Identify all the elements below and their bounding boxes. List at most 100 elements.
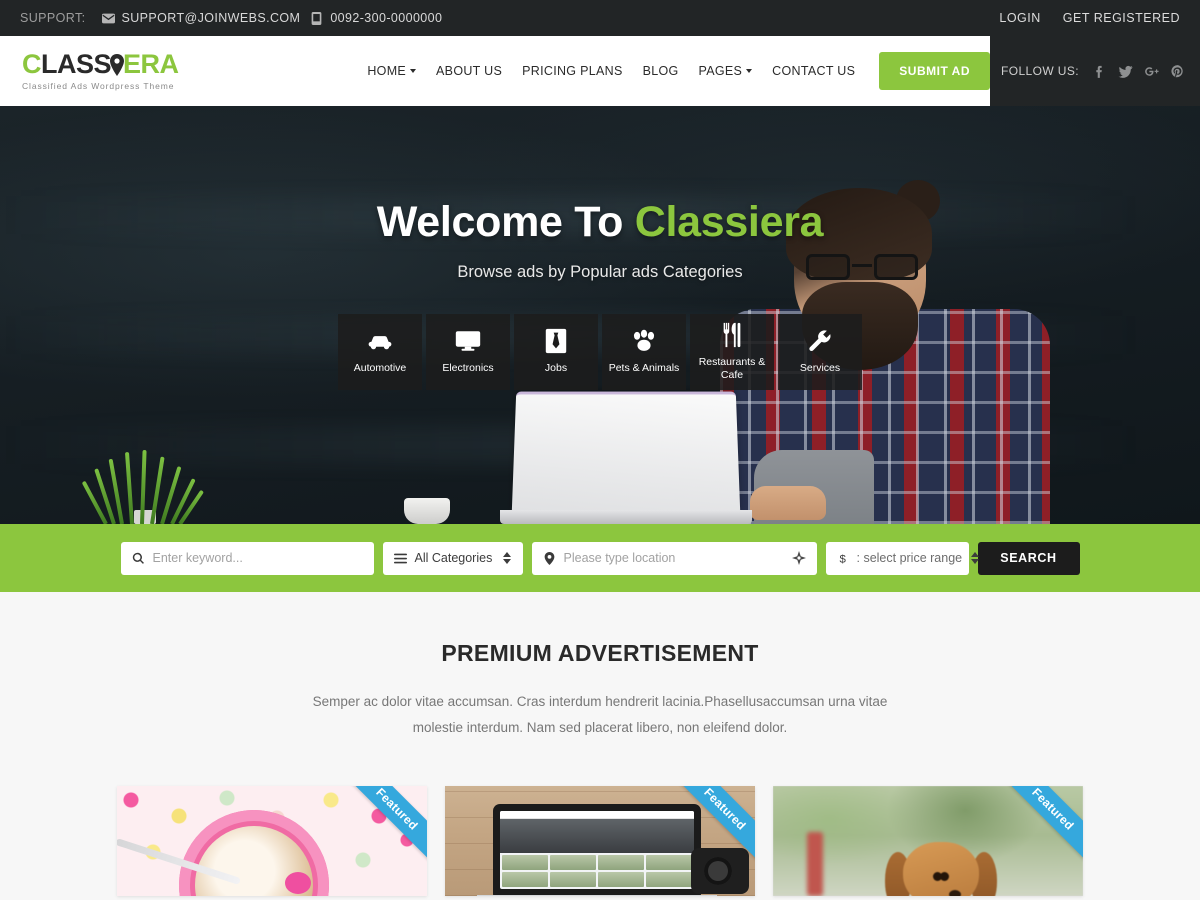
main-navigation: HOME ABOUT US PRICING PLANS BLOG PAGES C… <box>357 52 990 90</box>
stepper-icon <box>970 551 979 566</box>
laptop-screen <box>493 804 701 897</box>
ad-card-puppy[interactable]: Featured <box>773 786 1083 897</box>
search-button[interactable]: SEARCH <box>977 541 1080 575</box>
twitter-icon[interactable] <box>1117 63 1134 80</box>
search-bar: All Categories $ : select price range SE… <box>0 524 1200 592</box>
logo-letter-c: C <box>22 49 42 79</box>
nav-item-pricing-plans[interactable]: PRICING PLANS <box>512 64 632 78</box>
nav-label-about-us: ABOUT US <box>436 64 503 78</box>
category-select-value: All Categories <box>414 551 493 565</box>
ad-card-laptop[interactable]: Featured <box>445 786 755 897</box>
car-icon <box>367 328 393 354</box>
puppy-head <box>903 842 979 897</box>
pinterest-icon[interactable] <box>1169 63 1186 80</box>
logo-tagline: Classified Ads Wordpress Theme <box>22 81 175 91</box>
location-input[interactable] <box>563 551 784 565</box>
dollar-icon: $ <box>837 552 850 564</box>
site-header: C LASS ERA Classified Ads Wordpress Theme … <box>0 36 1200 106</box>
list-icon <box>393 552 407 565</box>
laptop-base <box>500 510 752 524</box>
logo-letters-lass: LASS <box>41 49 112 79</box>
search-icon <box>132 552 145 565</box>
facebook-icon[interactable] <box>1091 63 1108 80</box>
login-link[interactable]: LOGIN <box>999 11 1040 25</box>
category-tile-automotive[interactable]: Automotive <box>338 314 422 390</box>
envelope-icon <box>101 12 115 25</box>
featured-ads-list: Featured Featured Featured <box>0 786 1200 897</box>
map-pin-icon <box>110 53 125 76</box>
locate-me-icon[interactable] <box>791 551 806 565</box>
hero-title-main: Welcome To <box>376 198 635 246</box>
nav-item-about-us[interactable]: ABOUT US <box>426 64 512 78</box>
get-registered-link[interactable]: GET REGISTERED <box>1063 11 1180 25</box>
site-logo[interactable]: C LASS ERA Classified Ads Wordpress Theme <box>22 49 222 92</box>
category-tile-jobs[interactable]: Jobs <box>514 314 598 390</box>
wrench-icon <box>807 328 833 354</box>
laptop-base <box>477 895 717 897</box>
hero-title: Welcome To Classiera <box>0 198 1200 247</box>
fire-hydrant-image <box>807 832 823 897</box>
phone-icon <box>310 11 323 25</box>
support-label: SUPPORT: <box>20 11 86 25</box>
support-email: SUPPORT@JOINWEBS.COM <box>121 11 301 25</box>
category-select[interactable]: All Categories <box>382 541 523 575</box>
price-range-select[interactable]: $ : select price range <box>825 541 979 575</box>
laptop-webpage <box>500 811 694 890</box>
camera-image <box>691 848 749 895</box>
account-links: LOGIN GET REGISTERED <box>999 11 1180 25</box>
person-hand <box>750 486 826 520</box>
page-root: SUPPORT: SUPPORT@JOINWEBS.COM 0092-300-0… <box>0 0 1200 900</box>
category-label: Pets & Animals <box>608 362 680 375</box>
category-tile-services[interactable]: Services <box>778 314 862 390</box>
hero-title-accent: Classiera <box>634 198 824 246</box>
webpage-grid <box>500 853 694 889</box>
submit-ad-button[interactable]: SUBMIT AD <box>879 52 990 90</box>
premium-advertisement-section: PREMIUM ADVERTISEMENT Semper ac dolor vi… <box>0 592 1200 897</box>
ad-card-coffee[interactable]: Featured <box>117 786 427 897</box>
category-tiles: Automotive Electronics Jobs Pets & Anima… <box>0 314 1200 390</box>
laptop-image <box>477 804 717 897</box>
category-label: Electronics <box>442 362 494 375</box>
laptop-photo <box>500 391 752 524</box>
google-plus-icon[interactable] <box>1143 63 1160 80</box>
nav-label-contact-us: CONTACT US <box>772 64 856 78</box>
category-label: Services <box>799 362 841 375</box>
webpage-hero <box>500 819 694 854</box>
top-support-bar: SUPPORT: SUPPORT@JOINWEBS.COM 0092-300-0… <box>0 0 1200 36</box>
location-pin-icon <box>543 551 556 565</box>
laptop-screen <box>511 391 741 515</box>
plant-decoration <box>81 449 206 524</box>
nav-item-contact-us[interactable]: CONTACT US <box>762 64 865 78</box>
puppy-image <box>885 842 997 897</box>
support-phone-item[interactable]: 0092-300-0000000 <box>310 11 442 25</box>
category-label: Jobs <box>544 362 568 375</box>
tie-icon <box>543 328 569 354</box>
support-email-item[interactable]: SUPPORT@JOINWEBS.COM <box>101 11 301 25</box>
section-title: PREMIUM ADVERTISEMENT <box>441 640 759 666</box>
keyword-field[interactable] <box>120 541 374 575</box>
nav-label-pricing-plans: PRICING PLANS <box>522 64 623 78</box>
nav-label-pages: PAGES <box>698 64 743 78</box>
chevron-down-icon <box>410 69 417 73</box>
header-white-panel: C LASS ERA Classified Ads Wordpress Theme … <box>0 36 990 106</box>
support-phone: 0092-300-0000000 <box>330 11 443 25</box>
webpage-navbar <box>500 811 694 820</box>
category-label: Automotive <box>353 362 407 375</box>
paw-icon <box>631 328 657 354</box>
nav-label-home: HOME <box>367 64 407 78</box>
chevron-down-icon <box>746 69 753 73</box>
follow-us-label: FOLLOW US: <box>1000 64 1079 78</box>
nav-item-blog[interactable]: BLOG <box>633 64 689 78</box>
category-tile-restaurants-cafe[interactable]: Restaurants & Cafe <box>690 314 774 390</box>
nav-item-home[interactable]: HOME <box>357 64 426 78</box>
coffee-cup-decoration <box>404 498 450 524</box>
stepper-icon <box>503 551 512 566</box>
nav-item-pages[interactable]: PAGES <box>689 64 763 78</box>
hero-subtitle: Browse ads by Popular ads Categories <box>457 263 743 281</box>
hero-section: Welcome To Classiera Browse ads by Popul… <box>0 106 1200 524</box>
category-tile-pets-animals[interactable]: Pets & Animals <box>602 314 686 390</box>
location-field[interactable] <box>531 541 817 575</box>
nav-label-blog: BLOG <box>642 64 679 78</box>
search-input[interactable] <box>152 551 363 565</box>
category-tile-electronics[interactable]: Electronics <box>426 314 510 390</box>
